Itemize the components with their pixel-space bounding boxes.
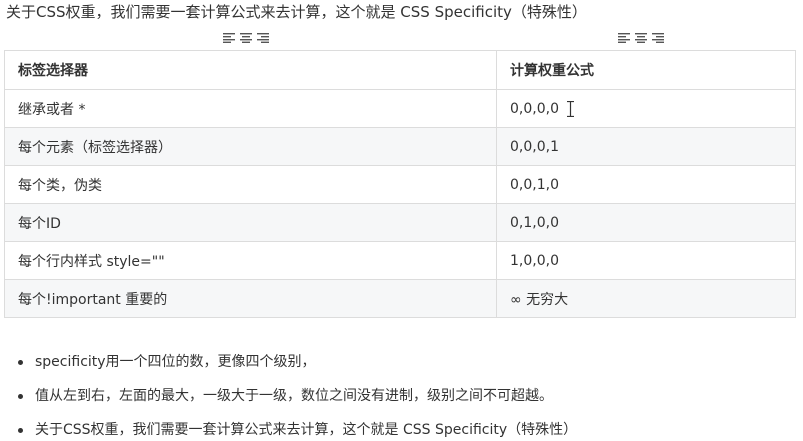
table-cell-selector[interactable]: 继承或者 * [4,89,497,128]
table-row: 每个类，伪类 0,0,1,0 [4,165,796,204]
bullet-list: specificity用一个四位的数，更像四个级别， 值从左到右，左面的最大，一… [18,352,577,441]
align-left-icon[interactable] [618,33,630,43]
align-left-icon[interactable] [223,33,235,43]
table-row: 继承或者 * 0,0,0,0 [4,89,796,128]
table-row: 每个ID 0,1,0,0 [4,203,796,242]
table-cell-weight[interactable]: 0,1,0,0 [496,203,796,242]
intro-paragraph: 关于CSS权重，我们需要一套计算公式来去计算，这个就是 CSS Specific… [6,3,587,21]
column-2-align-toolbar [618,30,664,46]
table-cell-weight[interactable]: 0,0,1,0 [496,165,796,204]
list-item: 值从左到右，左面的最大，一级大于一级，数位之间没有进制，级别之间不可超越。 [18,386,577,420]
cell-text: 0,0,0,0 [510,100,559,117]
table-cell-weight[interactable]: ∞ 无穷大 [496,279,796,318]
header-selector[interactable]: 标签选择器 [4,50,497,90]
align-center-icon[interactable] [240,33,252,43]
table-cell-selector[interactable]: 每个行内样式 style="" [4,241,497,280]
table-cell-weight[interactable]: 0,0,0,0 [496,89,796,128]
list-item: specificity用一个四位的数，更像四个级别， [18,352,577,386]
list-item: 关于CSS权重，我们需要一套计算公式来去计算，这个就是 CSS Specific… [18,420,577,441]
table-cell-weight[interactable]: 0,0,0,1 [496,127,796,166]
align-right-icon[interactable] [652,33,664,43]
table-cell-selector[interactable]: 每个类，伪类 [4,165,497,204]
table-cell-weight[interactable]: 1,0,0,0 [496,241,796,280]
page: 关于CSS权重，我们需要一套计算公式来去计算，这个就是 CSS Specific… [0,0,803,441]
header-weight-formula[interactable]: 计算权重公式 [496,50,796,90]
table-cell-selector[interactable]: 每个元素（标签选择器） [4,127,497,166]
table-header-row: 标签选择器 计算权重公式 [4,50,796,90]
align-right-icon[interactable] [257,33,269,43]
table-row: 每个!important 重要的 ∞ 无穷大 [4,279,796,318]
column-1-align-toolbar [223,30,269,46]
table-row: 每个元素（标签选择器） 0,0,0,1 [4,127,796,166]
specificity-table: 标签选择器 计算权重公式 继承或者 * 0,0,0,0 每个元素（标签选择器） … [4,50,796,318]
align-center-icon[interactable] [635,33,647,43]
text-cursor-icon [566,100,574,117]
table-cell-selector[interactable]: 每个ID [4,203,497,242]
table-row: 每个行内样式 style="" 1,0,0,0 [4,241,796,280]
table-cell-selector[interactable]: 每个!important 重要的 [4,279,497,318]
